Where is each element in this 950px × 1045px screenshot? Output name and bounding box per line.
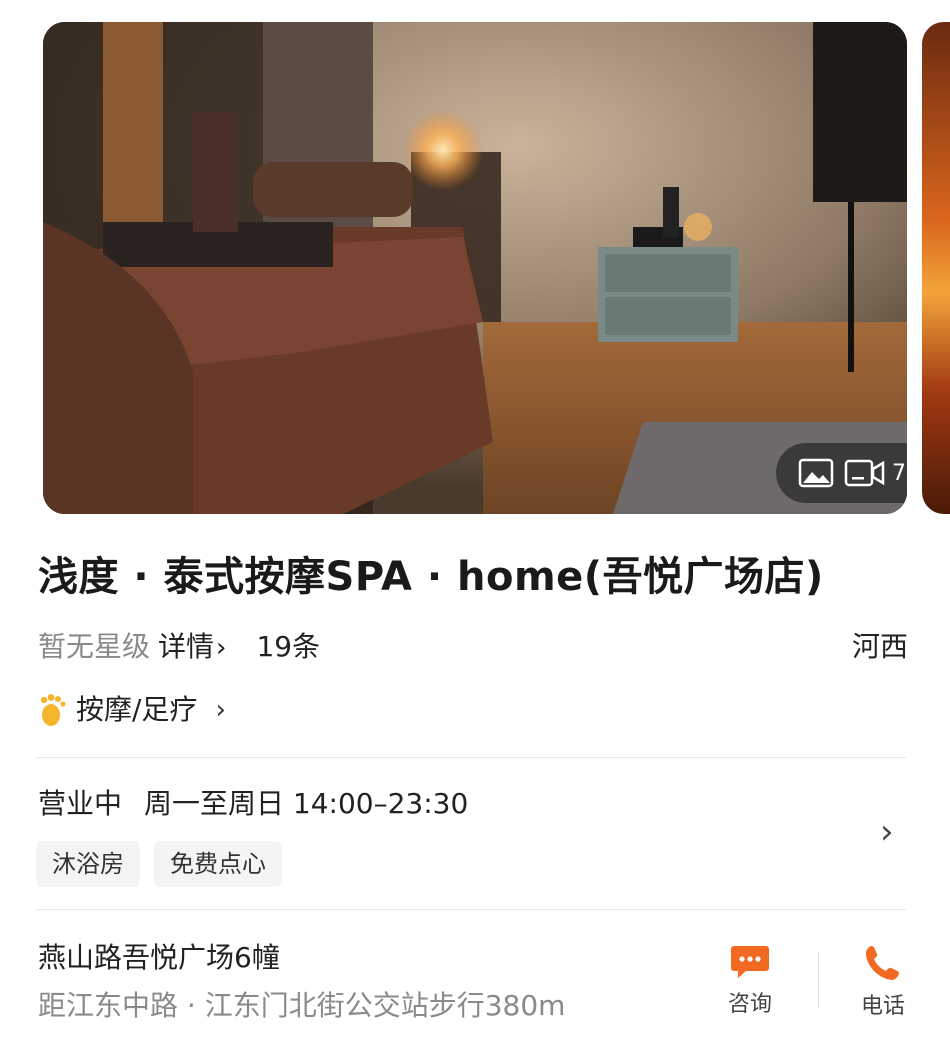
chevron-right-icon[interactable]: ›: [880, 812, 894, 852]
call-button[interactable]: 电话: [843, 944, 923, 1020]
photo-gallery[interactable]: 7: [0, 0, 950, 530]
video-icon: [844, 459, 885, 487]
divider: [36, 757, 906, 758]
address[interactable]: 燕山路吾悦广场6幢: [38, 936, 280, 980]
distance-info: 距江东中路 · 江东门北街公交站步行380m: [38, 989, 566, 1022]
consult-label: 咨询: [727, 992, 772, 1017]
facility-tag: 免费点心: [154, 841, 282, 887]
review-count[interactable]: 19条: [256, 630, 320, 663]
area-label: 河西: [851, 630, 908, 663]
chevron-right-icon: ›: [216, 633, 227, 663]
category-link[interactable]: 按摩/足疗 ›: [38, 688, 226, 732]
open-status: 营业中: [38, 787, 123, 820]
business-hours[interactable]: 营业中 周一至周日 14:00–23:30: [38, 782, 468, 826]
phone-icon: [866, 946, 899, 980]
rating-row: 暂无星级 详情› 19条 河西: [38, 625, 908, 669]
facility-tag: 沐浴房: [36, 841, 140, 887]
facility-tags: 沐浴房 免费点心: [36, 841, 282, 887]
media-count-badge[interactable]: 7: [776, 443, 907, 503]
details-link-label: 详情: [158, 630, 215, 663]
next-photo[interactable]: [922, 22, 950, 514]
chat-bubble-icon: [731, 946, 769, 978]
call-label: 电话: [860, 994, 905, 1019]
divider: [36, 909, 906, 910]
category-label: 按摩/足疗: [76, 693, 198, 726]
media-count: 7: [892, 460, 906, 486]
hours-schedule: 周一至周日 14:00–23:30: [144, 787, 469, 820]
shop-title: 浅度 · 泰式按摩SPA · home(吾悦广场店): [38, 554, 824, 600]
action-divider: [818, 952, 819, 1008]
chevron-right-icon: ›: [215, 695, 226, 725]
main-photo[interactable]: 7: [43, 22, 907, 514]
foot-icon: [40, 694, 66, 726]
image-icon: [798, 458, 834, 488]
spa-room-photo: [43, 22, 907, 514]
consult-button[interactable]: 咨询: [710, 944, 790, 1018]
rating-text: 暂无星级: [38, 630, 151, 663]
details-link[interactable]: 详情›: [158, 630, 226, 663]
